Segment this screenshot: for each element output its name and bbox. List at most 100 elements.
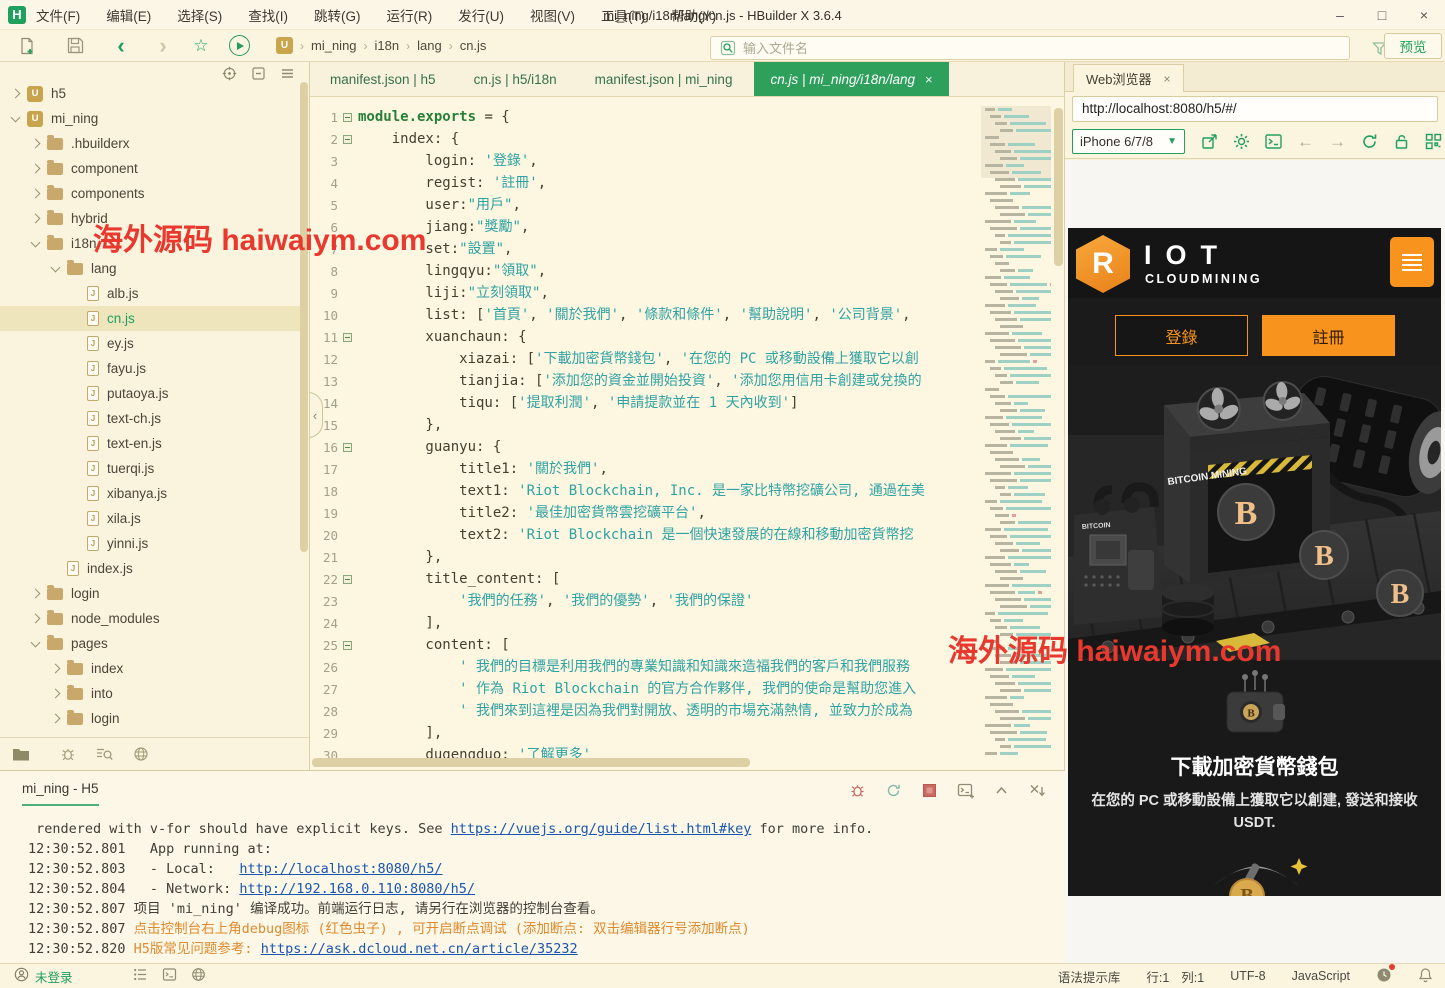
fold-marker[interactable] [343,135,352,144]
maximize-button[interactable]: □ [1361,0,1403,30]
minimize-button[interactable]: – [1319,0,1361,30]
language-status[interactable]: JavaScript [1292,969,1350,983]
chevron-down-icon[interactable] [51,262,61,272]
editor-tab-2[interactable]: manifest.json | mi_ning [579,62,749,96]
tree-item-tuerqi.js[interactable]: Jtuerqi.js [0,456,301,481]
back-icon[interactable]: ‹ [106,33,136,59]
tree-item-pages[interactable]: pages [0,631,301,656]
tree-item-index[interactable]: index [0,656,301,681]
fold-marker[interactable] [343,575,352,584]
fold-marker[interactable] [343,333,352,342]
tree-item-fayu.js[interactable]: Jfayu.js [0,356,301,381]
chevron-right-icon[interactable] [51,714,61,724]
new-file-icon[interactable] [12,33,42,59]
editor-tab-0[interactable]: manifest.json | h5 [314,62,452,96]
web-tab-icon[interactable] [133,746,149,762]
web-status-icon[interactable] [191,967,206,985]
tree-item-login[interactable]: login [0,706,301,731]
line-number[interactable]: 18 [310,484,338,499]
fold-marker[interactable] [343,113,352,122]
tree-item-xila.js[interactable]: Jxila.js [0,506,301,531]
line-number[interactable]: 29 [310,726,338,741]
chevron-right-icon[interactable] [31,214,41,224]
tree-item-login[interactable]: login [0,581,301,606]
locate-file-icon[interactable] [222,66,237,81]
bell-icon[interactable] [1418,967,1433,986]
open-external-icon[interactable] [1199,131,1220,152]
outline-icon[interactable] [133,967,148,985]
tree-item-component[interactable]: component [0,156,301,181]
tree-item-text-ch.js[interactable]: Jtext-ch.js [0,406,301,431]
nav-back-icon[interactable]: ← [1295,131,1316,152]
explorer-tab-icon[interactable] [12,747,30,762]
line-number[interactable]: 24 [310,616,338,631]
line-number[interactable]: 2 [310,132,338,147]
tree-item-ey.js[interactable]: Jey.js [0,331,301,356]
menu-file[interactable]: 文件(F) [36,5,80,25]
terminal-status-icon[interactable] [162,967,177,985]
debug-icon[interactable] [848,781,867,800]
line-number[interactable]: 22 [310,572,338,587]
chevron-right-icon[interactable] [51,689,61,699]
browser-tab[interactable]: Web浏览器 × [1073,64,1184,92]
line-number[interactable]: 19 [310,506,338,521]
line-number[interactable]: 20 [310,528,338,543]
sidebar-scrollbar[interactable] [300,82,308,552]
line-number[interactable]: 10 [310,308,338,323]
line-number[interactable]: 27 [310,682,338,697]
chevron-down-icon[interactable] [11,112,21,122]
hamburger-menu-icon[interactable] [1390,237,1434,287]
menu-run[interactable]: 运行(R) [387,5,433,25]
chevron-right-icon[interactable] [11,89,21,99]
tree-item-alb.js[interactable]: Jalb.js [0,281,301,306]
breadcrumb-item-project[interactable]: mi_ning [311,38,357,53]
tree-item-cn.js[interactable]: Jcn.js [0,306,301,331]
menu-edit[interactable]: 编辑(E) [106,5,151,25]
collapse-panel-icon[interactable] [992,781,1011,800]
editor-vertical-scrollbar[interactable] [1054,108,1063,266]
chevron-right-icon[interactable] [31,189,41,199]
tree-item-xibanya.js[interactable]: Jxibanya.js [0,481,301,506]
device-select[interactable]: iPhone 6/7/8 ▼ [1072,129,1185,154]
tree-item-components[interactable]: components [0,181,301,206]
stop-icon[interactable] [920,781,939,800]
chevron-right-icon[interactable] [31,614,41,624]
site-register-button[interactable]: 註冊 [1262,315,1395,356]
line-number[interactable]: 13 [310,374,338,389]
breadcrumb-item-i18n[interactable]: i18n [375,38,400,53]
close-icon[interactable]: × [1164,72,1171,86]
encoding-status[interactable]: UTF-8 [1230,969,1265,983]
search-input[interactable] [743,41,1303,56]
chevron-right-icon[interactable] [31,164,41,174]
line-number[interactable]: 26 [310,660,338,675]
chevron-right-icon[interactable] [31,589,41,599]
chevron-down-icon[interactable] [31,637,41,647]
lock-icon[interactable] [1391,131,1412,152]
breadcrumb-item-file[interactable]: cn.js [460,38,487,53]
chevron-right-icon[interactable] [51,664,61,674]
code-lines[interactable]: module.exports = { index: { login: '登錄',… [358,106,978,768]
riot-logo-icon[interactable]: R [1076,235,1130,293]
terminal-icon[interactable] [1263,131,1284,152]
editor-horizontal-scrollbar[interactable] [312,758,750,767]
tree-item-.hbuilderx[interactable]: .hbuilderx [0,131,301,156]
tree-item-into[interactable]: into [0,681,301,706]
line-number[interactable]: 21 [310,550,338,565]
tree-item-yinni.js[interactable]: Jyinni.js [0,531,301,556]
menu-goto[interactable]: 跳转(G) [314,5,361,25]
nav-forward-icon[interactable]: → [1327,131,1348,152]
menu-view[interactable]: 视图(V) [530,5,575,25]
breadcrumb-item-lang[interactable]: lang [417,38,442,53]
tree-item-mi_ning[interactable]: Umi_ning [0,106,301,131]
line-number[interactable]: 4 [310,176,338,191]
line-number[interactable]: 1 [310,110,338,125]
menu-tools[interactable]: 工具(T) [601,5,645,25]
menu-help[interactable]: 帮助(Y) [671,5,716,25]
menu-publish[interactable]: 发行(U) [458,5,504,25]
new-terminal-icon[interactable] [956,781,975,800]
run-icon[interactable] [224,33,254,59]
history-icon[interactable] [1376,967,1392,986]
line-number[interactable]: 11 [310,330,338,345]
chevron-right-icon[interactable] [31,139,41,149]
debug-tab-icon[interactable] [60,746,76,762]
